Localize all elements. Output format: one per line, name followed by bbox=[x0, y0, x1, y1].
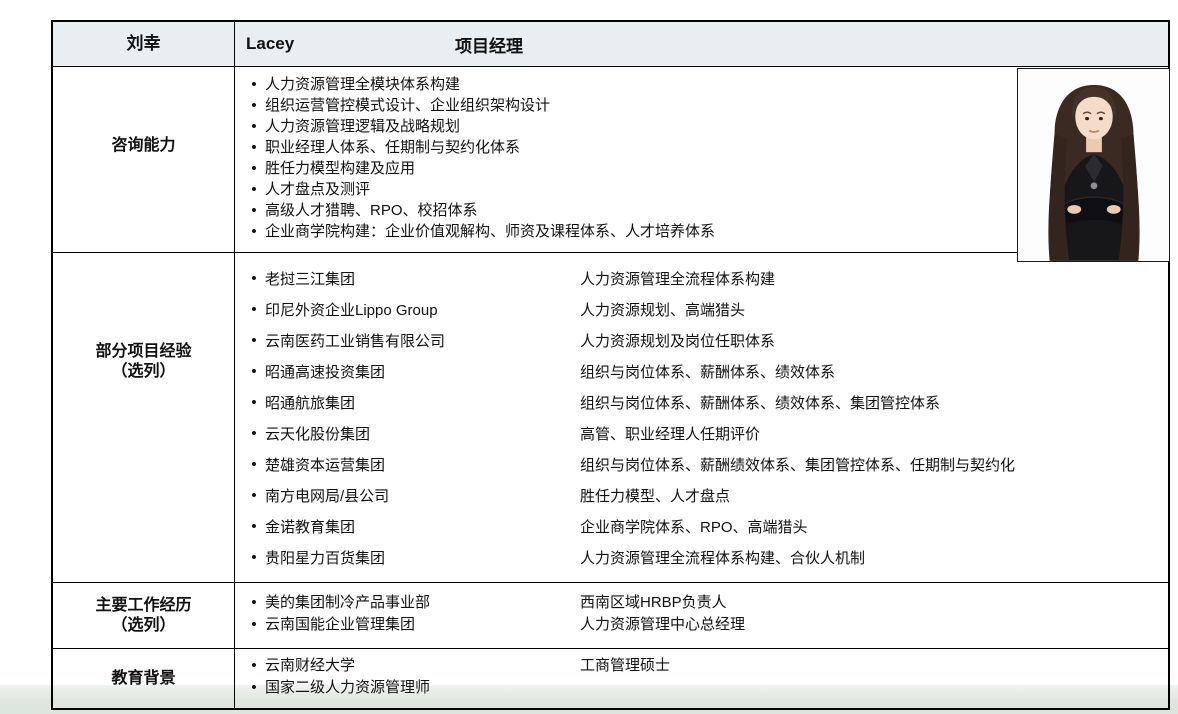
section-label-text: 教育背景 bbox=[111, 669, 175, 689]
section-label-text: 咨询能力 bbox=[111, 136, 175, 156]
company-name: 金诺教育集团 bbox=[265, 516, 580, 537]
list-item: • 楚雄资本运营集团 组织与岗位体系、薪酬绩效体系、集团管控体系、任期制与契约化 bbox=[243, 449, 1168, 480]
list-item: • 昭通高速投资集团 组织与岗位体系、薪酬体系、绩效体系 bbox=[243, 356, 1168, 387]
project-description: 人力资源规划及岗位任职体系 bbox=[580, 330, 1168, 351]
degree-title: 工商管理硕士 bbox=[580, 655, 1168, 677]
list-item: • 云南医药工业销售有限公司 人力资源规划及岗位任职体系 bbox=[243, 325, 1168, 356]
position-title: 人力资源管理中心总经理 bbox=[580, 614, 1168, 636]
bullet-icon: • bbox=[243, 74, 265, 95]
list-item: • 云南财经大学 工商管理硕士 bbox=[243, 655, 1168, 677]
bullet-icon: • bbox=[243, 158, 265, 179]
bullet-icon: • bbox=[243, 592, 265, 614]
projects-list: • 老挝三江集团 人力资源管理全流程体系构建 • 印尼外资企业Lippo Gro… bbox=[243, 253, 1168, 573]
section-label-text: 部分项目经验 bbox=[95, 342, 191, 362]
company-name: 老挝三江集团 bbox=[265, 268, 580, 289]
bullet-icon: • bbox=[243, 549, 265, 566]
section-label-work: 主要工作经历 （选列） bbox=[53, 583, 235, 649]
list-item: • 云南国能企业管理集团 人力资源管理中心总经理 bbox=[243, 614, 1168, 636]
bullet-icon: • bbox=[243, 363, 265, 380]
bullet-icon: • bbox=[243, 394, 265, 411]
project-description: 胜任力模型、人才盘点 bbox=[580, 485, 1168, 506]
bullet-icon: • bbox=[243, 456, 265, 473]
bullet-icon: • bbox=[243, 221, 265, 242]
bullet-icon: • bbox=[243, 487, 265, 504]
portrait-illustration bbox=[1018, 69, 1169, 261]
section-label-projects: 部分项目经验 （选列） bbox=[53, 253, 235, 583]
employer-name: 云南国能企业管理集团 bbox=[265, 614, 580, 636]
bullet-icon: • bbox=[243, 332, 265, 349]
section-label-text: 主要工作经历 bbox=[95, 596, 191, 616]
person-english-name: Lacey bbox=[246, 34, 294, 54]
bullet-icon: • bbox=[243, 137, 265, 158]
project-description: 高管、职业经理人任期评价 bbox=[580, 423, 1168, 444]
bullet-icon: • bbox=[243, 425, 265, 442]
school-name: 国家二级人力资源管理师 bbox=[265, 677, 580, 699]
company-name: 云天化股份集团 bbox=[265, 423, 580, 444]
bullet-icon: • bbox=[243, 655, 265, 677]
company-name: 南方电网局/县公司 bbox=[265, 485, 580, 506]
school-name: 云南财经大学 bbox=[265, 655, 580, 677]
project-description: 组织与岗位体系、薪酬体系、绩效体系、集团管控体系 bbox=[580, 392, 1168, 413]
list-item: • 贵阳星力百货集团 人力资源管理全流程体系构建、合伙人机制 bbox=[243, 542, 1168, 573]
degree-title bbox=[580, 677, 1168, 699]
bullet-icon: • bbox=[243, 677, 265, 699]
list-item: • 印尼外资企业Lippo Group 人力资源规划、高端猎头 bbox=[243, 294, 1168, 325]
list-item: • 云天化股份集团 高管、职业经理人任期评价 bbox=[243, 418, 1168, 449]
project-description: 企业商学院体系、RPO、高端猎头 bbox=[580, 516, 1168, 537]
bullet-icon: • bbox=[243, 179, 265, 200]
bullet-icon: • bbox=[243, 95, 265, 116]
education-list: • 云南财经大学 工商管理硕士 • 国家二级人力资源管理师 bbox=[243, 649, 1168, 699]
header-name-cell: 刘幸 bbox=[53, 22, 235, 67]
person-name: 刘幸 bbox=[127, 34, 161, 54]
company-name: 印尼外资企业Lippo Group bbox=[265, 299, 580, 320]
bullet-icon: • bbox=[243, 301, 265, 318]
header-title-cell: Lacey 项目经理 bbox=[235, 22, 1168, 67]
company-name: 贵阳星力百货集团 bbox=[265, 547, 580, 568]
list-item: • 昭通航旅集团 组织与岗位体系、薪酬体系、绩效体系、集团管控体系 bbox=[243, 387, 1168, 418]
project-description: 组织与岗位体系、薪酬体系、绩效体系 bbox=[580, 361, 1168, 382]
bullet-icon: • bbox=[243, 200, 265, 221]
section-label-education: 教育背景 bbox=[53, 649, 235, 708]
position-title: 西南区域HRBP负责人 bbox=[580, 592, 1168, 614]
person-job-title: 项目经理 bbox=[455, 22, 523, 66]
bullet-icon: • bbox=[243, 116, 265, 137]
company-name: 昭通高速投资集团 bbox=[265, 361, 580, 382]
work-list: • 美的集团制冷产品事业部 西南区域HRBP负责人 • 云南国能企业管理集团 人… bbox=[243, 583, 1168, 636]
list-item: • 老挝三江集团 人力资源管理全流程体系构建 bbox=[243, 263, 1168, 294]
list-item: • 美的集团制冷产品事业部 西南区域HRBP负责人 bbox=[243, 592, 1168, 614]
company-name: 楚雄资本运营集团 bbox=[265, 454, 580, 475]
employer-name: 美的集团制冷产品事业部 bbox=[265, 592, 580, 614]
section-education-content: • 云南财经大学 工商管理硕士 • 国家二级人力资源管理师 bbox=[235, 649, 1168, 708]
bullet-icon: • bbox=[243, 614, 265, 636]
list-item: • 金诺教育集团 企业商学院体系、RPO、高端猎头 bbox=[243, 511, 1168, 542]
project-description: 人力资源管理全流程体系构建、合伙人机制 bbox=[580, 547, 1168, 568]
section-work-content: • 美的集团制冷产品事业部 西南区域HRBP负责人 • 云南国能企业管理集团 人… bbox=[235, 583, 1168, 649]
list-item: • 南方电网局/县公司 胜任力模型、人才盘点 bbox=[243, 480, 1168, 511]
bullet-icon: • bbox=[243, 270, 265, 287]
company-name: 昭通航旅集团 bbox=[265, 392, 580, 413]
section-label-subtext: （选列） bbox=[111, 362, 175, 382]
section-label-consulting: 咨询能力 bbox=[53, 67, 235, 253]
company-name: 云南医药工业销售有限公司 bbox=[265, 330, 580, 351]
project-description: 人力资源管理全流程体系构建 bbox=[580, 268, 1168, 289]
project-description: 人力资源规划、高端猎头 bbox=[580, 299, 1168, 320]
project-description: 组织与岗位体系、薪酬绩效体系、集团管控体系、任期制与契约化 bbox=[580, 454, 1168, 475]
section-projects-content: • 老挝三江集团 人力资源管理全流程体系构建 • 印尼外资企业Lippo Gro… bbox=[235, 253, 1168, 583]
profile-photo bbox=[1017, 68, 1170, 262]
profile-table: 刘幸 Lacey 项目经理 咨询能力 • 人力资源管理全模块体系构建 • 组织运… bbox=[51, 20, 1170, 710]
section-label-subtext: （选列） bbox=[111, 616, 175, 636]
list-item: • 国家二级人力资源管理师 bbox=[243, 677, 1168, 699]
bullet-icon: • bbox=[243, 518, 265, 535]
